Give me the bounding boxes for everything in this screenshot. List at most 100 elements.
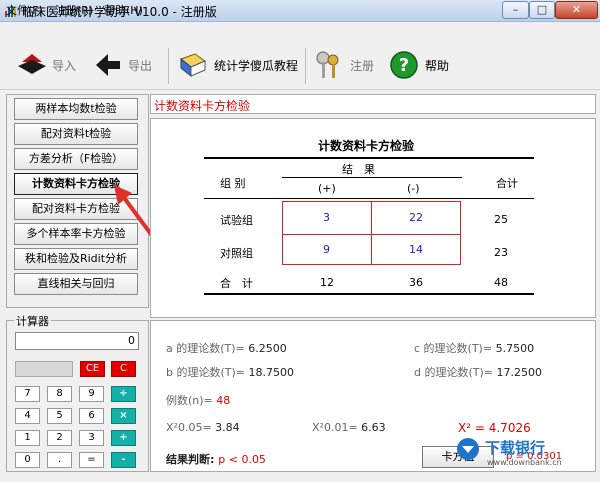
result-header: 结 果 [342, 163, 375, 176]
watermark: 下载银行 www.downbank.cn [455, 434, 595, 474]
maximize-button[interactable]: □ [529, 1, 555, 19]
theoretical-c: c 的理论数(T)= 5.7500 [414, 340, 534, 356]
calc-key-7[interactable]: 7 [15, 386, 40, 402]
calc-key-1[interactable]: 1 [15, 430, 40, 446]
sample-size: 例数(n)= 48 [166, 392, 230, 408]
critical-005-label: X²0.05= [166, 421, 212, 434]
table-top-rule [204, 157, 534, 159]
row-label-trial: 试验组 [220, 214, 253, 227]
calc-key-equals[interactable]: = [79, 452, 104, 468]
calc-key-add[interactable]: + [111, 430, 136, 446]
minimize-button[interactable]: – [502, 1, 529, 19]
calc-key-9[interactable]: 9 [79, 386, 104, 402]
nav-anova[interactable]: 方差分析（F检验） [14, 148, 138, 170]
nav-linear-regression[interactable]: 直线相关与回归 [14, 273, 138, 295]
watermark-url: www.downbank.cn [487, 458, 562, 467]
cell-c-value: 9 [323, 243, 330, 256]
calc-key-0[interactable]: 0 [15, 452, 40, 468]
theoretical-a-label: a 的理论数(T)= [166, 342, 245, 355]
sum-positive: 12 [320, 276, 334, 289]
group-header: 组 别 [220, 177, 246, 190]
total-header: 合计 [496, 177, 518, 190]
export-button[interactable]: 导出 [90, 46, 160, 84]
export-icon [96, 54, 120, 76]
help-label: 帮助 [425, 59, 450, 73]
calc-key-c[interactable]: C [111, 361, 136, 377]
section-title: 计数资料卡方检验 [154, 99, 251, 113]
import-icon [18, 54, 46, 74]
theoretical-b-value: 18.7500 [248, 366, 295, 379]
critical-005-value: 3.84 [215, 421, 240, 434]
theoretical-d: d 的理论数(T)= 17.2500 [414, 364, 542, 380]
register-label: 注册 [350, 59, 375, 73]
sample-size-value: 48 [216, 394, 231, 407]
export-label: 导出 [128, 59, 153, 73]
row-total-trial: 25 [494, 213, 508, 226]
tutorial-book-icon [179, 53, 207, 78]
nav-paired-t-test[interactable]: 配对资料t检验 [14, 123, 138, 145]
calc-key-subtract[interactable]: - [111, 452, 136, 468]
calculator-memory-indicator [15, 361, 73, 377]
calc-key-dot[interactable]: . [47, 452, 72, 468]
cell-a-input[interactable]: 3 [282, 201, 372, 235]
row-total-control: 23 [494, 246, 508, 259]
close-button[interactable]: ✕ [555, 1, 598, 19]
cell-c-input[interactable]: 9 [282, 234, 372, 265]
import-label: 导入 [52, 59, 77, 73]
calc-key-ce[interactable]: CE [80, 361, 105, 377]
cell-d-value: 14 [409, 243, 423, 256]
cell-a-value: 3 [323, 211, 330, 224]
menu-help[interactable]: 帮助(H) [104, 2, 143, 18]
toolbar-separator [168, 48, 169, 84]
calculator-display: 0 [15, 332, 139, 350]
conclusion-value: p < 0.05 [218, 453, 266, 466]
theoretical-d-label: d 的理论数(T)= [414, 366, 493, 379]
theoretical-a-value: 6.2500 [248, 342, 287, 355]
menu-bar [0, 22, 600, 40]
calc-key-4[interactable]: 4 [15, 408, 40, 424]
help-button[interactable]: ? 帮助 [385, 46, 460, 84]
result-header-rule [282, 177, 462, 178]
calc-key-6[interactable]: 6 [79, 408, 104, 424]
chi-square-result: X² = 4.7026 [458, 421, 531, 435]
header-bottom-rule [204, 198, 534, 199]
menu-register[interactable]: 注册(R) [55, 2, 93, 18]
conclusion: 结果判断: p < 0.05 [166, 451, 266, 467]
chi-square-value: 4.7026 [488, 421, 531, 435]
theoretical-b-label: b 的理论数(T)= [166, 366, 245, 379]
row-label-control: 对照组 [220, 247, 253, 260]
calc-key-divide[interactable]: ÷ [111, 386, 136, 402]
cell-d-input[interactable]: 14 [371, 234, 461, 265]
menu-file[interactable]: 文件(F) [6, 2, 43, 18]
theoretical-c-value: 5.7500 [495, 342, 535, 355]
cell-b-value: 22 [409, 211, 423, 224]
calc-key-2[interactable]: 2 [47, 430, 72, 446]
calc-key-5[interactable]: 5 [47, 408, 72, 424]
sample-size-label: 例数(n)= [166, 394, 213, 407]
sum-total: 48 [494, 276, 508, 289]
register-button[interactable]: 注册 [310, 46, 380, 84]
table-bottom-rule [204, 293, 534, 295]
tutorial-button[interactable]: 统计学傻瓜教程 [172, 46, 302, 84]
theoretical-c-label: c 的理论数(T)= [414, 342, 493, 355]
table-title: 计数资料卡方检验 [318, 139, 415, 153]
sum-row-label: 合 计 [220, 277, 253, 290]
critical-001: X²0.01= 6.63 [312, 421, 386, 434]
nav-two-sample-t-test[interactable]: 两样本均数t检验 [14, 98, 138, 120]
calc-key-multiply[interactable]: × [111, 408, 136, 424]
svg-text:?: ? [399, 55, 409, 76]
negative-header: (-) [407, 182, 420, 195]
conclusion-label: 结果判断: [166, 453, 215, 466]
calc-key-3[interactable]: 3 [79, 430, 104, 446]
calculator-title: 计算器 [14, 313, 51, 329]
keys-icon [316, 51, 339, 78]
positive-header: (+) [318, 182, 336, 195]
chi-square-label: X² = [458, 421, 485, 435]
watermark-logo-icon [457, 438, 479, 460]
critical-001-value: 6.63 [361, 421, 386, 434]
import-button[interactable]: 导入 [10, 46, 90, 84]
calc-key-8[interactable]: 8 [47, 386, 72, 402]
cell-b-input[interactable]: 22 [371, 201, 461, 235]
theoretical-a: a 的理论数(T)= 6.2500 [166, 340, 287, 356]
tutorial-label: 统计学傻瓜教程 [214, 59, 299, 73]
